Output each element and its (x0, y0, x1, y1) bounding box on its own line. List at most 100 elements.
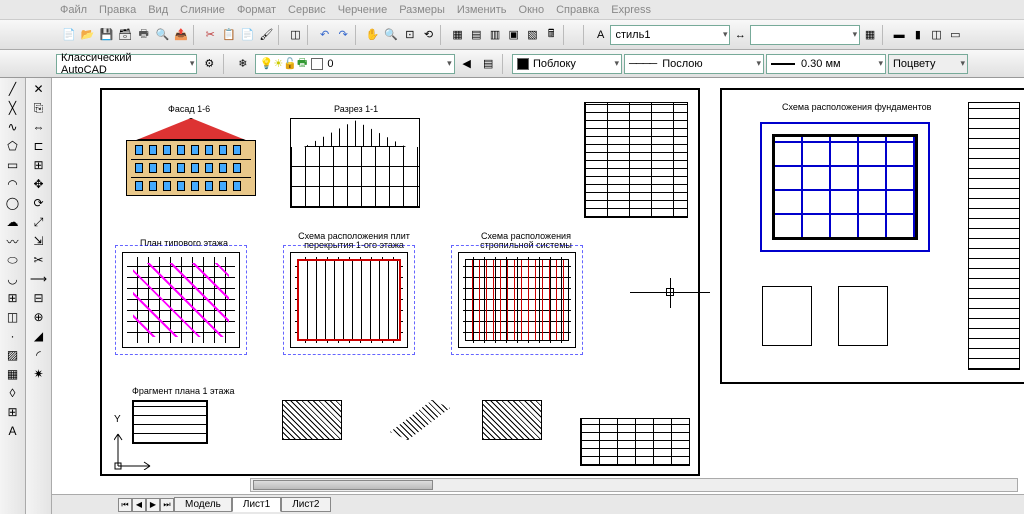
menu-help[interactable]: Справка (556, 4, 599, 16)
copy-tool[interactable]: ⎘ (29, 99, 49, 117)
menu-edit[interactable]: Правка (99, 4, 136, 16)
sheet-set-button[interactable]: ▣ (505, 25, 523, 45)
properties-button[interactable]: ▦ (449, 25, 467, 45)
zoom-window-button[interactable]: ⊡ (401, 25, 419, 45)
make-block-tool[interactable]: ◫ (3, 308, 23, 326)
layer-states-button[interactable]: ▤ (478, 54, 498, 74)
menu-draw[interactable]: Черчение (338, 4, 388, 16)
design-center-button[interactable]: ▤ (467, 25, 485, 45)
dim-style-button[interactable]: ↔ (731, 25, 749, 45)
layer-combo[interactable]: 💡☀🔓🖶 0 (255, 54, 455, 74)
hatch-tool[interactable]: ▨ (3, 346, 23, 364)
lineweight-combo[interactable]: 0.30 мм (766, 54, 886, 74)
line-tool[interactable]: ╱ (3, 80, 23, 98)
color-combo[interactable]: Поблоку (512, 54, 622, 74)
tab-next-button[interactable]: ▶ (146, 498, 160, 512)
window-cascade-button[interactable]: ◫ (928, 25, 946, 45)
insert-block-tool[interactable]: ⊞ (3, 289, 23, 307)
mtext-tool[interactable]: A (3, 422, 23, 440)
array-tool[interactable]: ⊞ (29, 156, 49, 174)
paste-button[interactable]: 📄 (239, 25, 257, 45)
calc-button[interactable]: 🖩 (542, 25, 560, 45)
publish-button[interactable]: 📤 (172, 25, 190, 45)
redo-button[interactable]: ↷ (334, 25, 352, 45)
chamfer-tool[interactable]: ◢ (29, 327, 49, 345)
drawing-area[interactable]: Фасад 1-6 Разрез 1-1 План типового этажа (52, 78, 1024, 514)
zoom-previous-button[interactable]: ⟲ (420, 25, 438, 45)
tab-sheet1[interactable]: Лист1 (232, 497, 281, 512)
ellipse-tool[interactable]: ⬭ (3, 251, 23, 269)
preview-button[interactable]: 🔍 (154, 25, 172, 45)
mirror-tool[interactable]: ⇔ (29, 118, 49, 136)
menu-merge[interactable]: Слияние (180, 4, 225, 16)
matchprop-button[interactable]: 🖌 (258, 25, 276, 45)
rotate-tool[interactable]: ⟳ (29, 194, 49, 212)
layer-props-button[interactable]: ❄ (233, 54, 253, 74)
scrollbar-thumb[interactable] (253, 480, 433, 490)
circle-tool[interactable]: ◯ (3, 194, 23, 212)
rectangle-tool[interactable]: ▭ (3, 156, 23, 174)
text-style-combo[interactable]: стиль1 (610, 25, 730, 45)
window-arrange-button[interactable]: ▭ (946, 25, 964, 45)
plot-button[interactable]: 🖶 (135, 25, 153, 45)
zoom-realtime-button[interactable]: 🔍 (382, 25, 400, 45)
workspace-settings-button[interactable]: ⚙ (199, 54, 219, 74)
dim-style-combo[interactable] (750, 25, 860, 45)
extend-tool[interactable]: ⟶ (29, 270, 49, 288)
arc-tool[interactable]: ◠ (3, 175, 23, 193)
break-tool[interactable]: ⊟ (29, 289, 49, 307)
saveall-button[interactable]: 🗃 (116, 25, 134, 45)
scale-tool[interactable]: ⤢ (29, 213, 49, 231)
move-tool[interactable]: ✥ (29, 175, 49, 193)
window-tile-h-button[interactable]: ▬ (890, 25, 908, 45)
tab-first-button[interactable]: ⏮ (118, 498, 132, 512)
pan-button[interactable]: ✋ (364, 25, 382, 45)
markup-button[interactable]: ▧ (524, 25, 542, 45)
layer-previous-button[interactable]: ◀ (457, 54, 477, 74)
tool-palettes-button[interactable]: ▥ (486, 25, 504, 45)
tab-model[interactable]: Модель (174, 497, 232, 512)
polygon-tool[interactable]: ⬠ (3, 137, 23, 155)
menu-tools[interactable]: Сервис (288, 4, 326, 16)
fillet-tool[interactable]: ◜ (29, 346, 49, 364)
xline-tool[interactable]: ╳ (3, 99, 23, 117)
pline-tool[interactable]: ∿ (3, 118, 23, 136)
explode-tool[interactable]: ✷ (29, 365, 49, 383)
open-file-button[interactable]: 📂 (79, 25, 97, 45)
undo-button[interactable]: ↶ (316, 25, 334, 45)
table-tool[interactable]: ⊞ (3, 403, 23, 421)
stretch-tool[interactable]: ⇲ (29, 232, 49, 250)
revcloud-tool[interactable]: ☁ (3, 213, 23, 231)
join-tool[interactable]: ⊕ (29, 308, 49, 326)
menu-modify[interactable]: Изменить (457, 4, 507, 16)
block-editor-button[interactable]: ◫ (287, 25, 305, 45)
horizontal-scrollbar[interactable] (250, 478, 1018, 492)
menu-express[interactable]: Express (611, 4, 651, 16)
table-style-button[interactable]: ▦ (861, 25, 879, 45)
erase-tool[interactable]: ✕ (29, 80, 49, 98)
spline-tool[interactable]: 〰 (3, 232, 23, 250)
linetype-combo[interactable]: ────Послою (624, 54, 764, 74)
menu-window[interactable]: Окно (519, 4, 545, 16)
offset-tool[interactable]: ⊏ (29, 137, 49, 155)
tab-last-button[interactable]: ⏭ (160, 498, 174, 512)
text-style-icon[interactable]: A (592, 25, 610, 45)
point-tool[interactable]: · (3, 327, 23, 345)
cut-button[interactable]: ✂ (201, 25, 219, 45)
window-tile-v-button[interactable]: ▮ (909, 25, 927, 45)
trim-tool[interactable]: ✂ (29, 251, 49, 269)
tab-sheet2[interactable]: Лист2 (281, 497, 330, 512)
menu-dimension[interactable]: Размеры (399, 4, 445, 16)
save-button[interactable]: 💾 (97, 25, 115, 45)
menu-file[interactable]: Файл (60, 4, 87, 16)
menu-view[interactable]: Вид (148, 4, 168, 16)
gradient-tool[interactable]: ▦ (3, 365, 23, 383)
tab-prev-button[interactable]: ◀ (132, 498, 146, 512)
ellipse-arc-tool[interactable]: ◡ (3, 270, 23, 288)
new-file-button[interactable]: 📄 (60, 25, 78, 45)
region-tool[interactable]: ◊ (3, 384, 23, 402)
workspace-combo[interactable]: Классический AutoCAD (56, 54, 197, 74)
copy-button[interactable]: 📋 (220, 25, 238, 45)
plotstyle-combo[interactable]: Поцвету (888, 54, 968, 74)
menu-format[interactable]: Формат (237, 4, 276, 16)
